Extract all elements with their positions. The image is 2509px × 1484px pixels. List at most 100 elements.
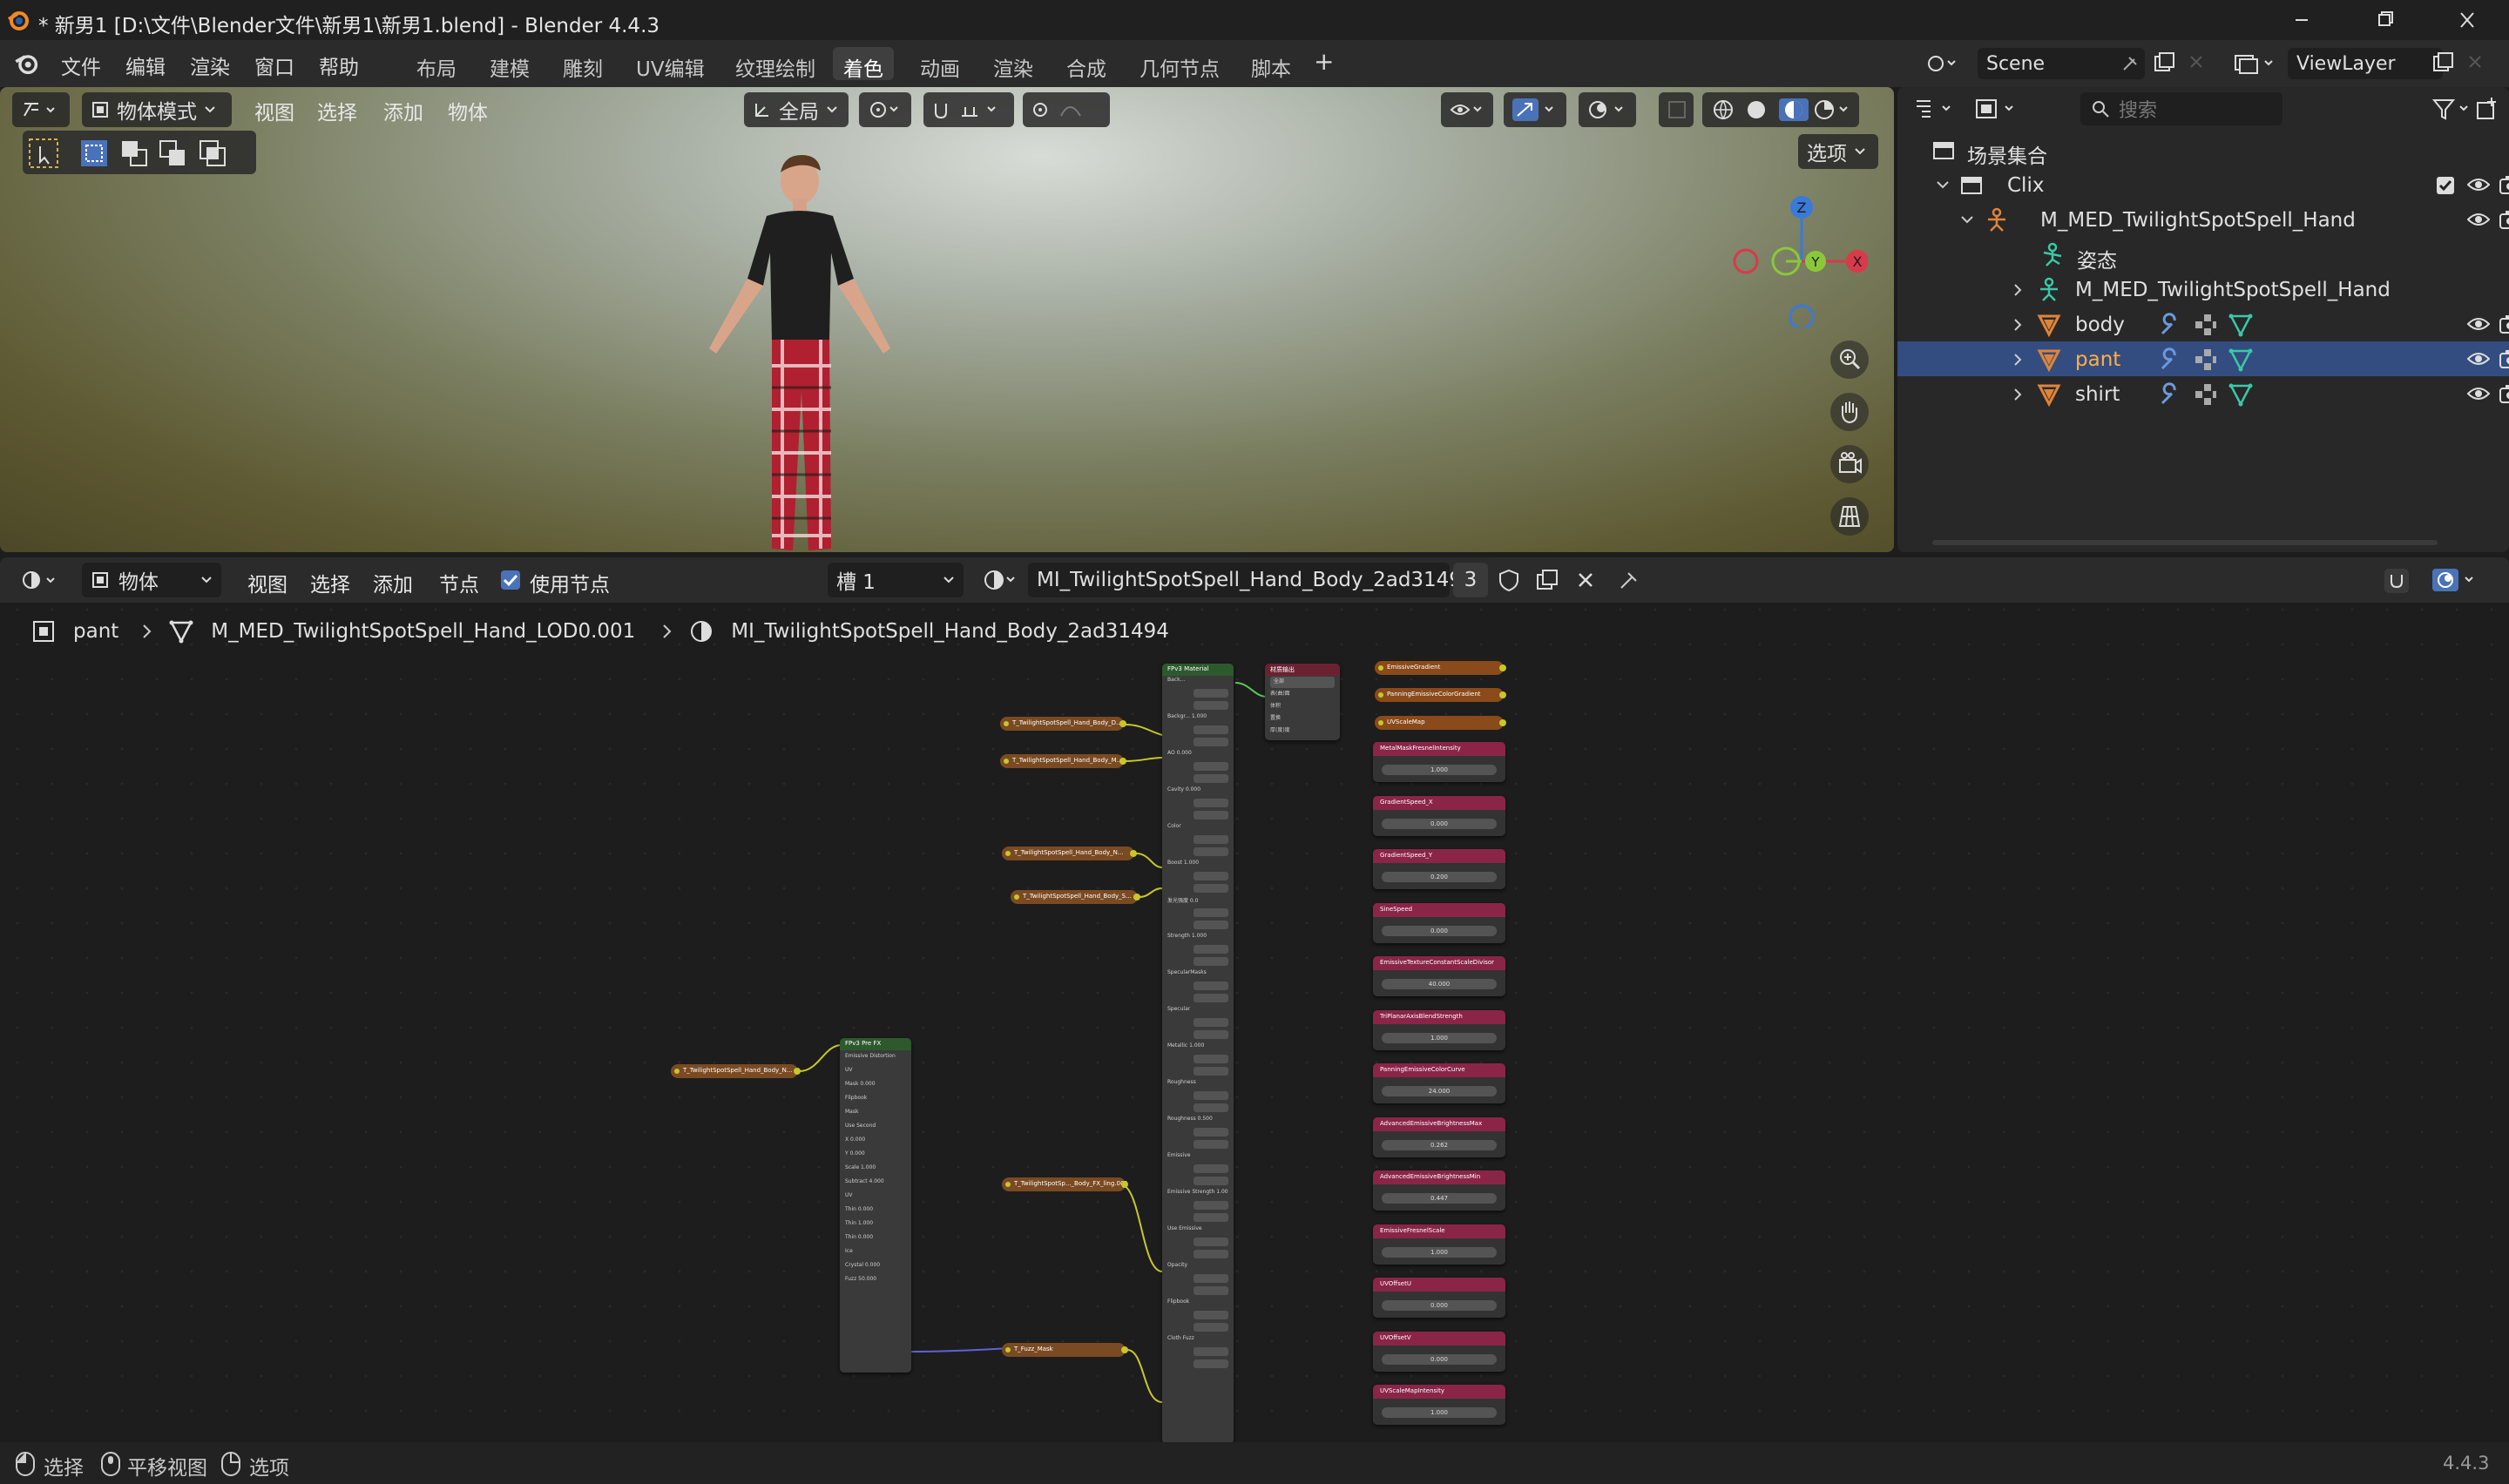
outliner-row-armature-data[interactable]: M_MED_TwilightSpotSpell_Hand [1897, 272, 2509, 307]
node-socket-row[interactable]: 发光强度 0.0 [1167, 896, 1228, 907]
menu-help[interactable]: 帮助 [319, 51, 359, 80]
node-socket-row[interactable]: Roughness [1167, 1079, 1228, 1090]
value-slider[interactable] [1194, 738, 1228, 746]
use-nodes-checkbox[interactable] [500, 570, 521, 590]
node-socket-row[interactable]: Opacity [1167, 1262, 1228, 1273]
param-value-field[interactable]: 24.000 [1382, 1086, 1497, 1096]
node-socket-row[interactable] [1167, 921, 1228, 932]
value-param-node[interactable]: UVScaleMapIntensity 1.000 [1373, 1385, 1505, 1425]
tab-texture-paint[interactable]: 纹理绘制 [725, 47, 826, 81]
unlink-material-icon[interactable] [1573, 568, 1598, 592]
node-editor-type-button[interactable] [12, 563, 70, 597]
value-slider[interactable] [1194, 811, 1228, 820]
perspective-grid-icon[interactable] [1829, 496, 1870, 536]
param-node[interactable]: UVScaleMap [1375, 716, 1506, 730]
node-socket-row[interactable] [1167, 1018, 1228, 1029]
value-slider[interactable] [1194, 1140, 1228, 1149]
blender-menu-icon[interactable] [14, 51, 40, 77]
value-slider[interactable] [1194, 1030, 1228, 1039]
value-param-node[interactable]: SineSpeed 0.000 [1373, 902, 1505, 943]
visibility-toggle[interactable] [1441, 92, 1493, 127]
restore-icon[interactable] [2370, 5, 2401, 35]
value-slider[interactable] [1194, 1238, 1228, 1246]
checkbox-icon[interactable] [2436, 176, 2455, 195]
value-slider[interactable] [1194, 945, 1228, 954]
node-socket-row[interactable]: Mask 0.000 [845, 1081, 906, 1092]
node-socket-row[interactable] [1167, 908, 1228, 920]
new-scene-icon[interactable] [2152, 51, 2176, 75]
node-socket-row[interactable] [1167, 1067, 1228, 1078]
node-socket-row[interactable] [1167, 847, 1228, 859]
expand-chevron-icon[interactable] [2012, 318, 2025, 332]
param-value-field[interactable]: 40.000 [1382, 979, 1497, 989]
mode-dropdown[interactable]: 物体模式 [82, 92, 232, 127]
overlay-toggle[interactable] [1579, 92, 1636, 127]
node-socket-row[interactable] [1167, 1128, 1228, 1139]
node-socket-row[interactable] [1167, 1286, 1228, 1298]
tab-animation[interactable]: 动画 [910, 47, 970, 81]
mesh-data-icon[interactable] [2228, 382, 2253, 407]
node-socket-row[interactable]: UV [845, 1067, 906, 1078]
eye-icon[interactable] [2467, 315, 2490, 333]
value-slider[interactable] [1194, 835, 1228, 844]
node-socket-row[interactable]: AO 0.000 [1167, 750, 1228, 761]
select-mode-set-icon[interactable] [78, 138, 110, 169]
node-socket-row[interactable] [1167, 799, 1228, 810]
node-socket-row[interactable] [1167, 1238, 1228, 1249]
node-socket-row[interactable] [1167, 884, 1228, 895]
node-socket-row[interactable]: Back... [1167, 677, 1228, 688]
node-socket-row[interactable]: SpecularMasks [1167, 969, 1228, 981]
value-slider[interactable] [1194, 774, 1228, 783]
node-socket-row[interactable] [1167, 1177, 1228, 1188]
param-value-field[interactable]: 0.200 [1382, 872, 1497, 882]
value-slider[interactable] [1194, 689, 1228, 698]
value-slider[interactable] [1194, 1201, 1228, 1210]
fake-user-shield-icon[interactable] [1497, 568, 1521, 592]
value-slider[interactable] [1194, 981, 1228, 990]
value-slider[interactable] [1194, 1055, 1228, 1063]
node-socket-row[interactable]: Metallic 1.000 [1167, 1042, 1228, 1054]
mesh-data-icon[interactable] [2228, 347, 2253, 372]
texture-node[interactable]: T_TwilightSpotSpell_Hand_Body_M... [1000, 754, 1126, 768]
node-socket-row[interactable]: Emissive [1167, 1152, 1228, 1164]
node-socket-row[interactable] [1167, 738, 1228, 749]
select-mode-intersect-icon[interactable] [197, 138, 228, 169]
tab-modeling[interactable]: 建模 [479, 47, 540, 81]
node-socket-row[interactable] [1167, 774, 1228, 786]
node-socket-row[interactable]: Backgr... 1.000 [1167, 713, 1228, 725]
value-slider[interactable] [1194, 1250, 1228, 1258]
value-slider[interactable] [1194, 1359, 1228, 1368]
eye-icon[interactable] [2467, 176, 2490, 193]
node-socket-row[interactable] [1167, 1213, 1228, 1224]
node-socket-row[interactable] [1167, 1323, 1228, 1334]
eye-icon[interactable] [2467, 350, 2490, 368]
param-value-field[interactable]: 0.447 [1382, 1193, 1497, 1204]
value-slider[interactable] [1194, 957, 1228, 966]
node-socket-row[interactable]: Crystal 0.000 [845, 1262, 906, 1273]
outliner-search[interactable]: 搜索 [2080, 92, 2282, 125]
minimize-icon[interactable] [2286, 5, 2317, 35]
node-socket-row[interactable] [1167, 1055, 1228, 1066]
texture-node[interactable]: T_TwilightSpotSp..._Body_FX_ling.001 [1002, 1177, 1128, 1191]
expand-chevron-icon[interactable] [2012, 283, 2025, 297]
fpv3-pre-fx-node[interactable]: FPv3 Pre FX Emissive Distortion UV Mask 0.… [840, 1038, 911, 1373]
node-socket-row[interactable]: Subtract 4.000 [845, 1178, 906, 1190]
zoom-icon[interactable] [1829, 340, 1870, 380]
pan-hand-icon[interactable] [1829, 392, 1870, 432]
tab-layout[interactable]: 布局 [406, 47, 467, 81]
texture-node[interactable]: T_TwilightSpotSpell_Hand_Body_N... [671, 1064, 801, 1078]
node-socket-row[interactable] [1167, 1140, 1228, 1151]
expand-chevron-icon[interactable] [1936, 179, 1950, 192]
texture-node[interactable]: T_TwilightSpotSpell_Hand_Body_S... [1011, 890, 1140, 904]
value-slider[interactable] [1194, 1286, 1228, 1295]
node-socket-row[interactable]: Color [1167, 823, 1228, 834]
node-socket-row[interactable]: Roughness 0.500 [1167, 1116, 1228, 1127]
node-socket-row[interactable]: Ice [845, 1248, 906, 1259]
node-socket-row[interactable]: Thin 1.000 [845, 1220, 906, 1231]
node-socket-row[interactable] [1167, 1347, 1228, 1359]
viewport-menu-add[interactable]: 添加 [383, 96, 423, 125]
node-socket-row[interactable] [1167, 725, 1228, 737]
value-param-node[interactable]: UVOffsetU 0.000 [1373, 1278, 1505, 1318]
value-slider[interactable] [1194, 1177, 1228, 1185]
tab-compositing[interactable]: 合成 [1056, 47, 1117, 81]
